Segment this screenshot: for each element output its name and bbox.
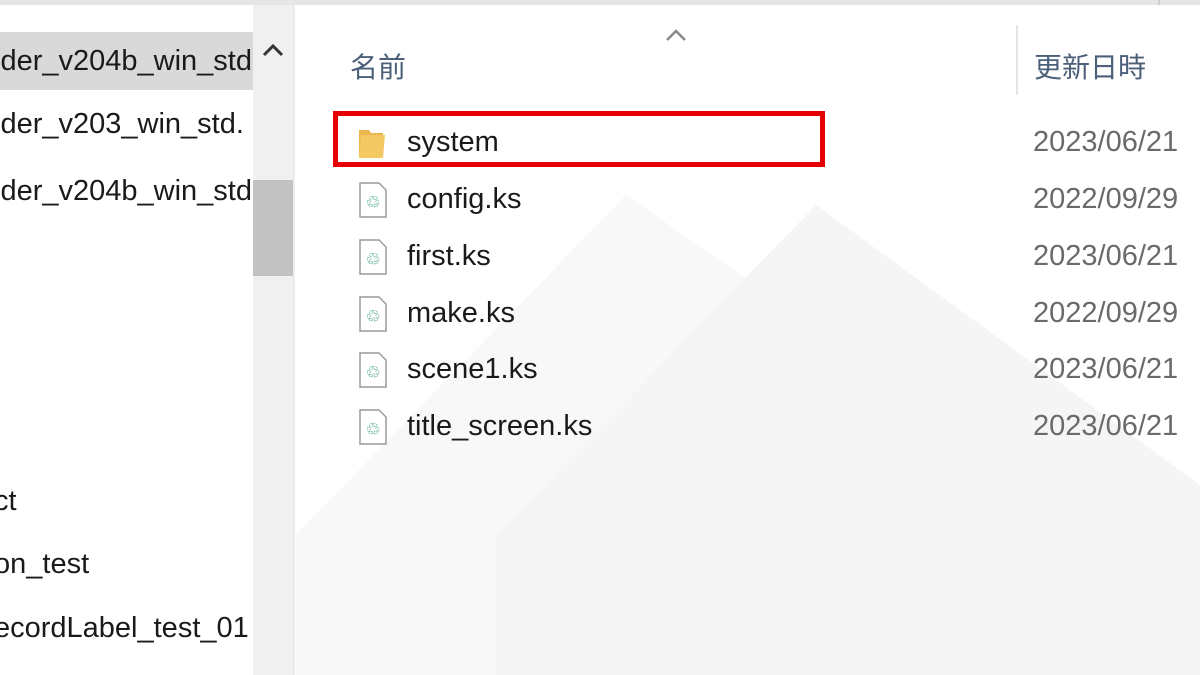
file-row-scene1[interactable]: ♲ scene1.ks 2023/06/21 [331,341,1200,397]
file-date: 2023/06/21 [1033,126,1179,158]
column-header-date[interactable]: 更新日時 [1034,43,1146,93]
file-name: config.ks [407,183,522,215]
svg-text:♲: ♲ [365,363,380,383]
nav-item-folder-6[interactable]: ecordLabel_test_01 [0,599,253,657]
file-name: scene1.ks [407,353,538,385]
file-name: system [407,126,499,158]
svg-text:♲: ♲ [365,193,380,213]
file-date: 2023/06/21 [1033,353,1179,385]
scrollbar-thumb[interactable] [253,180,293,276]
file-row-first[interactable]: ♲ first.ks 2023/06/21 [331,228,1200,284]
file-row-system[interactable]: system 2023/06/21 [331,114,1200,170]
column-header-name[interactable]: 名前 [350,43,406,93]
ks-script-file-icon: ♲ [359,182,387,218]
ks-script-file-icon: ♲ [359,352,387,388]
scroll-up-button[interactable] [253,30,293,70]
chevron-up-icon [262,43,284,57]
svg-text:♲: ♲ [365,250,380,270]
file-list-pane: 名前 更新日時 system 2023/06/21 ♲ config.ks 20… [296,5,1200,675]
nav-item-folder-5[interactable]: on_test [0,535,253,593]
file-row-title-screen[interactable]: ♲ title_screen.ks 2023/06/21 [331,398,1200,454]
file-explorer-window: lder_v204b_win_std lder_v203_win_std. ld… [0,0,1200,675]
folder-icon [359,130,385,158]
pane-divider[interactable] [293,5,295,675]
file-name: title_screen.ks [407,410,593,442]
nav-item-folder-4[interactable]: ct [0,472,253,530]
file-date: 2023/06/21 [1033,410,1179,442]
svg-text:♲: ♲ [365,420,380,440]
file-row-make[interactable]: ♲ make.ks 2022/09/29 [331,285,1200,341]
navigation-pane: lder_v204b_win_std lder_v203_win_std. ld… [0,5,253,675]
nav-item-folder-2[interactable]: lder_v203_win_std. [0,95,253,153]
ks-script-file-icon: ♲ [359,296,387,332]
file-name: first.ks [407,240,491,272]
file-name: make.ks [407,297,515,329]
sort-ascending-icon [666,29,686,41]
nav-item-folder-1[interactable]: lder_v204b_win_std [0,32,253,90]
ks-script-file-icon: ♲ [359,409,387,445]
navigation-scrollbar[interactable] [253,5,293,675]
file-date: 2022/09/29 [1033,183,1179,215]
file-date: 2023/06/21 [1033,240,1179,272]
ks-script-file-icon: ♲ [359,239,387,275]
svg-text:♲: ♲ [365,307,380,327]
file-date: 2022/09/29 [1033,297,1179,329]
column-separator[interactable] [1016,25,1018,95]
nav-item-folder-3[interactable]: lder_v204b_win_std [0,162,253,220]
file-row-config[interactable]: ♲ config.ks 2022/09/29 [331,171,1200,227]
